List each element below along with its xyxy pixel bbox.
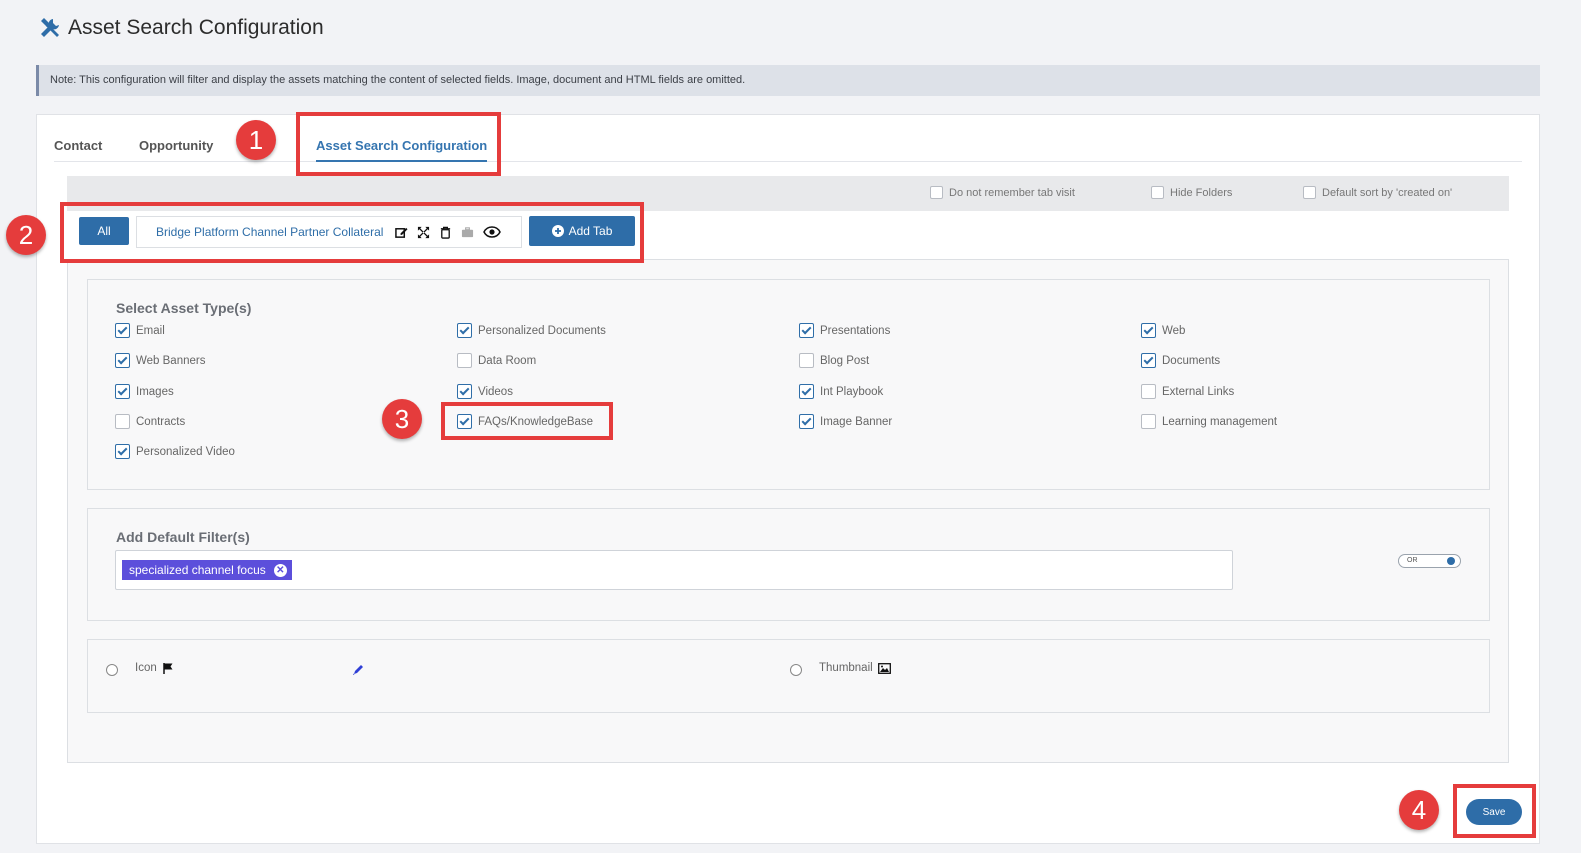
checkbox[interactable] (1141, 414, 1156, 429)
checkbox[interactable] (457, 323, 472, 338)
annotation-box-save (1453, 784, 1536, 838)
asset-type-label: Email (136, 324, 165, 337)
checkbox[interactable] (457, 353, 472, 368)
display-section (87, 639, 1490, 713)
pencil-icon[interactable] (352, 663, 364, 681)
filters-title: Add Default Filter(s) (116, 529, 250, 545)
asset-type-data-room[interactable]: Data Room (457, 353, 536, 368)
checkbox[interactable] (799, 414, 814, 429)
annotation-marker-3: 3 (382, 399, 422, 439)
checkbox[interactable] (1141, 353, 1156, 368)
asset-type-web[interactable]: Web (1141, 323, 1185, 338)
asset-type-label: Web (1162, 324, 1186, 337)
checkbox[interactable] (1151, 186, 1164, 199)
asset-type-web-banners[interactable]: Web Banners (115, 353, 205, 368)
toggle-knob (1447, 557, 1455, 565)
checkbox[interactable] (930, 186, 943, 199)
asset-type-int-playbook[interactable]: Int Playbook (799, 384, 883, 399)
asset-type-external-links[interactable]: External Links (1141, 384, 1234, 399)
annotation-marker-1: 1 (236, 120, 276, 160)
asset-type-label: Videos (478, 385, 513, 398)
thumbnail-option: Thumbnail (819, 662, 891, 674)
checkbox[interactable] (457, 384, 472, 399)
asset-type-image-banner[interactable]: Image Banner (799, 414, 892, 429)
option-hide-folders[interactable]: Hide Folders (1151, 186, 1232, 199)
asset-type-email[interactable]: Email (115, 323, 165, 338)
asset-type-label: Contracts (136, 415, 186, 428)
checkbox[interactable] (115, 384, 130, 399)
asset-type-label: Personalized Documents (478, 324, 606, 337)
checkbox[interactable] (799, 353, 814, 368)
asset-type-label: Image Banner (820, 415, 893, 428)
checkbox[interactable] (115, 353, 130, 368)
checkbox[interactable] (1141, 384, 1156, 399)
option-default-sort-created-on[interactable]: Default sort by 'created on' (1303, 186, 1452, 199)
asset-type-label: Presentations (820, 324, 891, 337)
tab-opportunity[interactable]: Opportunity (139, 138, 213, 153)
checkbox[interactable] (115, 323, 130, 338)
remove-chip-icon[interactable]: ✕ (273, 563, 287, 577)
checkbox[interactable] (115, 444, 130, 459)
asset-type-label: Personalized Video (136, 445, 235, 458)
asset-type-personalized-video[interactable]: Personalized Video (115, 444, 235, 459)
asset-type-label: Data Room (478, 354, 537, 367)
checkbox[interactable] (799, 323, 814, 338)
asset-type-documents[interactable]: Documents (1141, 353, 1220, 368)
annotation-marker-4: 4 (1399, 790, 1439, 830)
asset-type-label: Images (136, 385, 174, 398)
checkbox[interactable] (1141, 323, 1156, 338)
option-do-not-remember-tab-visit[interactable]: Do not remember tab visit (930, 186, 1075, 199)
checkbox[interactable] (1303, 186, 1316, 199)
checkbox[interactable] (799, 384, 814, 399)
image-icon (877, 662, 891, 674)
page-title: Asset Search Configuration (68, 16, 324, 39)
info-note: Note: This configuration will filter and… (36, 65, 1540, 96)
flag-icon (163, 663, 173, 674)
annotation-box-subtabs (60, 202, 644, 263)
icon-radio[interactable] (106, 664, 118, 676)
or-toggle[interactable]: OR (1398, 554, 1461, 568)
asset-type-personalized-documents[interactable]: Personalized Documents (457, 323, 606, 338)
annotation-marker-2: 2 (6, 215, 46, 255)
asset-type-presentations[interactable]: Presentations (799, 323, 890, 338)
tab-contact[interactable]: Contact (54, 138, 102, 153)
tools-icon (41, 18, 59, 37)
asset-type-videos[interactable]: Videos (457, 384, 513, 399)
annotation-box-tab (296, 112, 501, 176)
asset-type-label: Documents (1162, 354, 1221, 367)
icon-option: Icon (135, 662, 174, 674)
asset-type-label: Learning management (1162, 415, 1278, 428)
asset-type-blog-post[interactable]: Blog Post (799, 353, 869, 368)
asset-type-learning-management[interactable]: Learning management (1141, 414, 1277, 429)
asset-type-label: Int Playbook (820, 385, 884, 398)
asset-types-section: Select Asset Type(s) (87, 279, 1490, 490)
asset-type-label: Web Banners (136, 354, 206, 367)
asset-types-title: Select Asset Type(s) (116, 300, 252, 316)
asset-type-contracts[interactable]: Contracts (115, 414, 185, 429)
checkbox[interactable] (115, 414, 130, 429)
filter-chip[interactable]: specialized channel focus ✕ (122, 560, 292, 580)
asset-type-label: External Links (1162, 385, 1235, 398)
page-header: Asset Search Configuration (38, 16, 324, 40)
annotation-box-faqs (441, 402, 613, 440)
asset-type-images[interactable]: Images (115, 384, 174, 399)
thumbnail-radio[interactable] (790, 664, 802, 676)
asset-type-label: Blog Post (820, 354, 870, 367)
